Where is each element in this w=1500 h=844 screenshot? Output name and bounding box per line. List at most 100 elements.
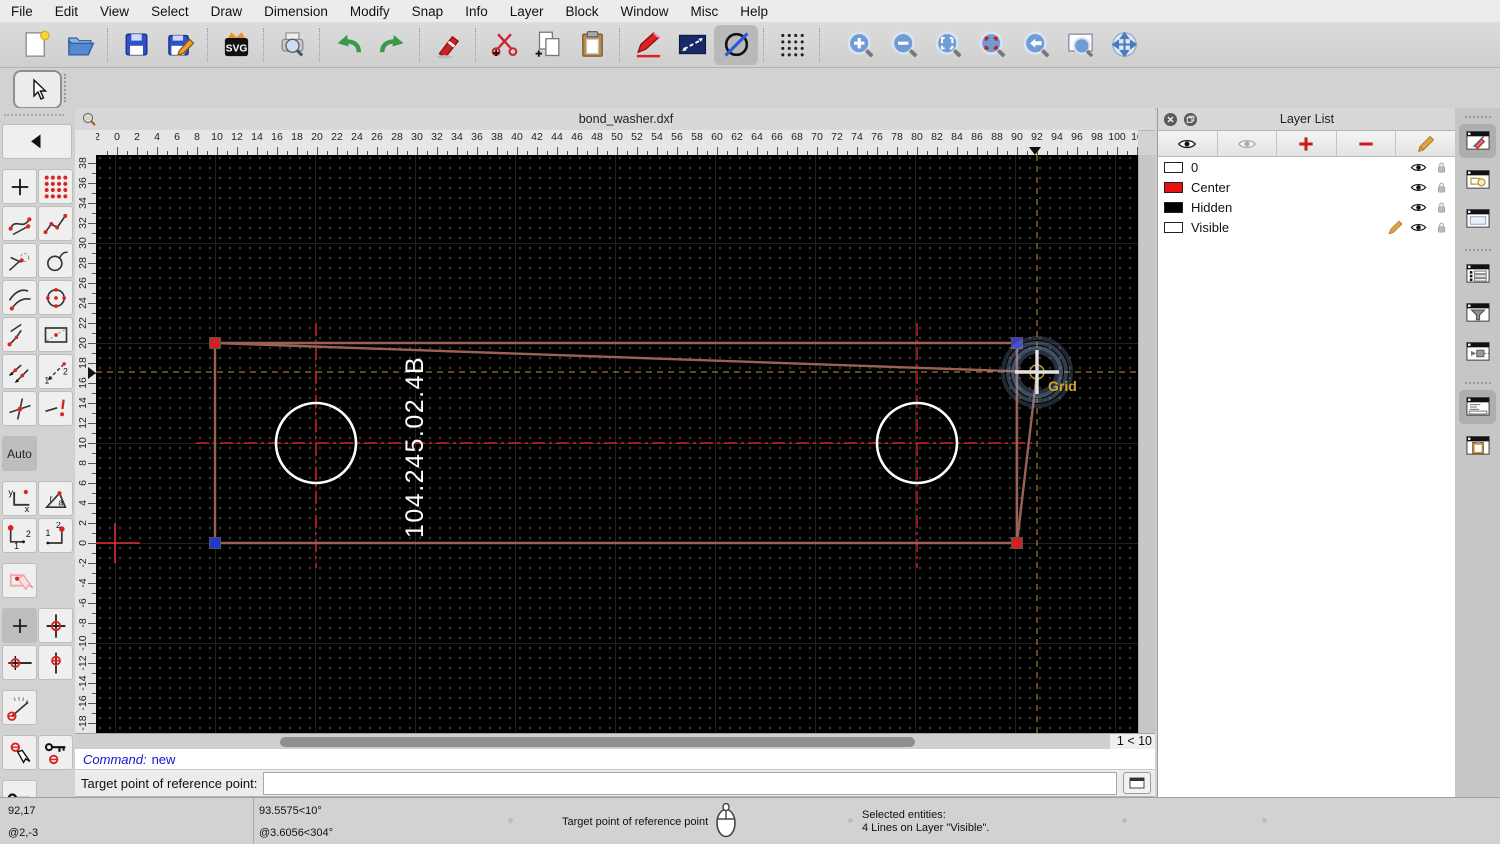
tool-direction-lines[interactable] <box>2 354 37 389</box>
menu-item-block[interactable]: Block <box>555 4 610 19</box>
tool-relative-corner-1[interactable]: 12 <box>2 518 37 553</box>
snap-grid-button[interactable] <box>38 608 73 643</box>
tool-intersection[interactable] <box>2 391 37 426</box>
tool-arc-tangent[interactable] <box>2 317 37 352</box>
export-svg-button[interactable]: SVG <box>214 25 258 65</box>
tool-sequence[interactable]: 12 <box>38 354 73 389</box>
tool-rect-diagonal[interactable] <box>38 317 73 352</box>
new-document-button[interactable] <box>14 25 58 65</box>
tool-relative-corner-2[interactable]: 12 <box>38 518 73 553</box>
selection-tool-button[interactable] <box>13 70 62 109</box>
detach-command-button[interactable] <box>1123 772 1151 794</box>
vertical-scrollbar[interactable] <box>1138 155 1156 733</box>
remove-layer-button[interactable] <box>1337 131 1397 156</box>
show-all-layers-button[interactable] <box>1158 131 1218 156</box>
tool-select-entity-faded[interactable] <box>2 563 37 598</box>
cut-button[interactable] <box>482 25 526 65</box>
tool-spline[interactable] <box>2 206 37 241</box>
zoom-pan-button[interactable] <box>1102 25 1146 65</box>
tool-point[interactable] <box>2 169 37 204</box>
print-preview-button[interactable] <box>270 25 314 65</box>
restrict-lock-snap-button[interactable] <box>38 735 73 770</box>
dock-list-widget-button[interactable] <box>1459 257 1496 291</box>
horizontal-scrollbar[interactable] <box>75 733 1155 750</box>
menu-item-file[interactable]: File <box>0 4 44 19</box>
menu-item-view[interactable]: View <box>89 4 140 19</box>
tool-tangent-point[interactable] <box>2 243 37 278</box>
save-as-button[interactable] <box>158 25 202 65</box>
add-layer-button[interactable] <box>1277 131 1337 156</box>
pen-attributes-button[interactable] <box>626 25 670 65</box>
dock-command-widget-button[interactable] <box>1459 390 1496 424</box>
zoom-out-button[interactable] <box>882 25 926 65</box>
snap-entity-button[interactable] <box>2 735 37 770</box>
zoom-auto-button[interactable] <box>926 25 970 65</box>
layer-visible-icon[interactable] <box>1410 159 1427 176</box>
tool-circle-center[interactable] <box>38 280 73 315</box>
layer-lock-icon[interactable] <box>1433 219 1450 236</box>
menu-item-window[interactable]: Window <box>610 4 680 19</box>
tool-arcs[interactable] <box>2 280 37 315</box>
layer-row-0[interactable]: 0 <box>1158 157 1456 177</box>
menu-item-modify[interactable]: Modify <box>339 4 401 19</box>
edit-layer-button[interactable] <box>1396 131 1456 156</box>
snap-free-button[interactable] <box>2 608 37 643</box>
layer-row-visible[interactable]: Visible <box>1158 217 1456 237</box>
dock-library-widget-button[interactable] <box>1459 202 1496 236</box>
back-button[interactable] <box>2 124 72 159</box>
layer-lock-icon[interactable] <box>1433 159 1450 176</box>
float-panel-button[interactable] <box>1183 112 1198 127</box>
menu-item-info[interactable]: Info <box>454 4 499 19</box>
tool-coordinate-xy[interactable]: yx <box>2 481 37 516</box>
menu-item-draw[interactable]: Draw <box>200 4 254 19</box>
layer-row-hidden[interactable]: Hidden <box>1158 197 1456 217</box>
tool-point-grid[interactable] <box>38 169 73 204</box>
save-button[interactable] <box>114 25 158 65</box>
document-titlebar[interactable]: bond_washer.dxf <box>75 108 1155 131</box>
layer-visible-icon[interactable] <box>1410 219 1427 236</box>
dock-clipboard-widget-button[interactable] <box>1459 429 1496 463</box>
layer-visible-icon[interactable] <box>1410 179 1427 196</box>
dock-pen-widget-button[interactable] <box>1459 124 1496 158</box>
tool-coordinate-polar[interactable]: ra <box>38 481 73 516</box>
menu-item-help[interactable]: Help <box>729 4 779 19</box>
undo-button[interactable] <box>326 25 370 65</box>
snap-middle-button[interactable] <box>38 645 73 680</box>
zoom-in-button[interactable] <box>838 25 882 65</box>
open-file-button[interactable] <box>58 25 102 65</box>
layer-lock-icon[interactable] <box>1433 179 1450 196</box>
measure-distance-button[interactable] <box>670 25 714 65</box>
menu-item-select[interactable]: Select <box>140 4 200 19</box>
copy-button[interactable] <box>526 25 570 65</box>
menu-item-edit[interactable]: Edit <box>44 4 89 19</box>
close-panel-button[interactable] <box>1163 112 1178 127</box>
circle-tool-button[interactable] <box>714 24 758 65</box>
layer-visible-icon[interactable] <box>1410 199 1427 216</box>
dock-tool-widget-button[interactable] <box>1459 335 1496 369</box>
delete-button[interactable] <box>426 25 470 65</box>
scrollbar-thumb[interactable] <box>280 737 915 747</box>
menu-item-dimension[interactable]: Dimension <box>253 4 339 19</box>
zoom-selected-button[interactable] <box>970 25 1014 65</box>
menu-item-snap[interactable]: Snap <box>401 4 455 19</box>
tool-polyline[interactable] <box>38 206 73 241</box>
command-input[interactable] <box>263 771 1117 795</box>
layer-lock-icon[interactable] <box>1433 199 1450 216</box>
drawing-canvas[interactable]: 104.245.02.4B Grid <box>96 155 1138 733</box>
dock-block-widget-button[interactable] <box>1459 163 1496 197</box>
snap-endpoint-button[interactable] <box>2 645 37 680</box>
grid-toggle-button[interactable] <box>770 25 814 65</box>
snap-auto-button[interactable]: Auto <box>2 436 37 471</box>
tool-limit[interactable] <box>38 391 73 426</box>
zoom-previous-button[interactable] <box>1014 25 1058 65</box>
snap-angle-button[interactable] <box>2 690 37 725</box>
tool-circle-handle[interactable] <box>38 243 73 278</box>
layer-edit-icon[interactable] <box>1387 219 1404 236</box>
hide-all-layers-button[interactable] <box>1218 131 1278 156</box>
menu-item-layer[interactable]: Layer <box>499 4 555 19</box>
layer-row-center[interactable]: Center <box>1158 177 1456 197</box>
redo-button[interactable] <box>370 25 414 65</box>
paste-button[interactable] <box>570 25 614 65</box>
menu-item-misc[interactable]: Misc <box>680 4 730 19</box>
dock-filter-widget-button[interactable] <box>1459 296 1496 330</box>
